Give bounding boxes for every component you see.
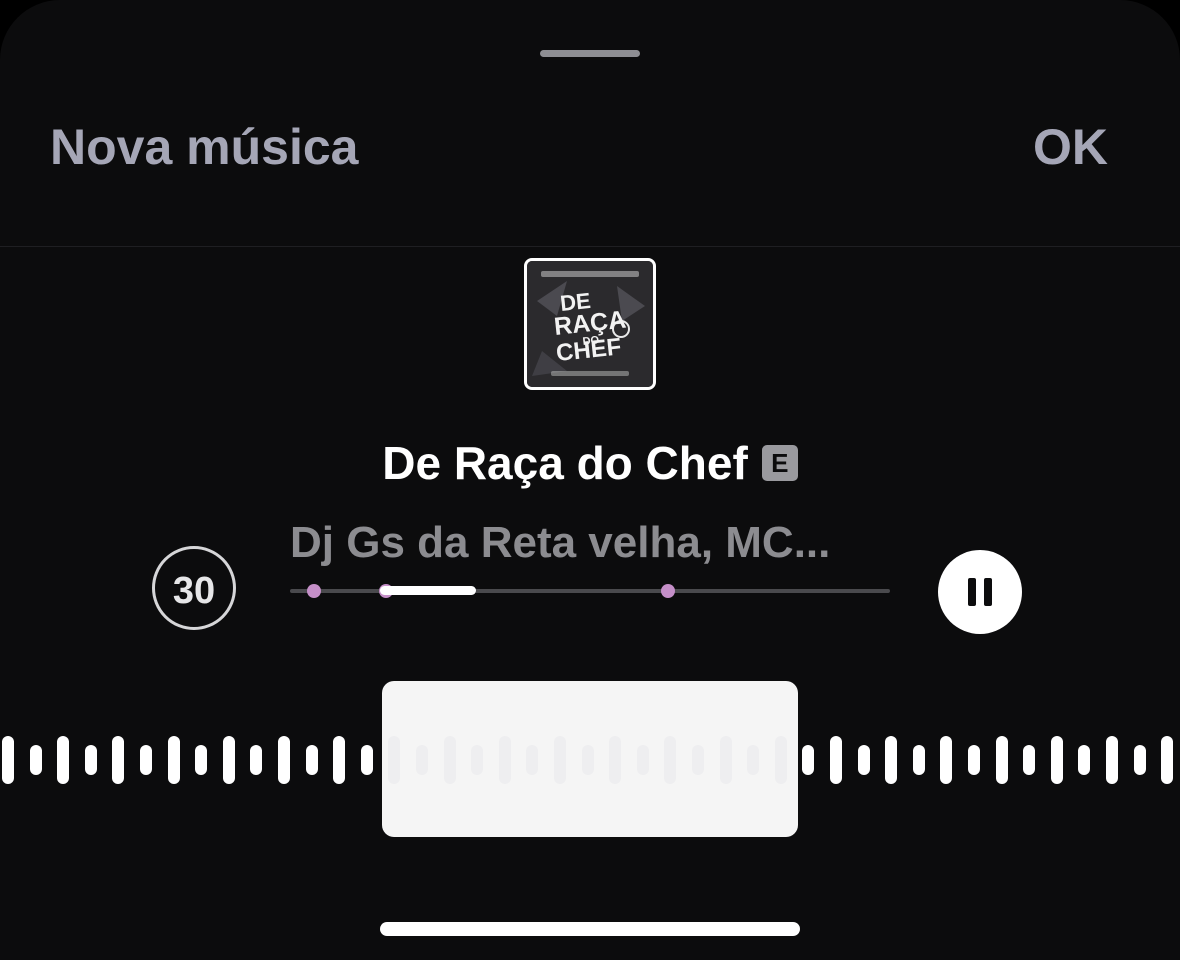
scrubber-progress (380, 586, 476, 595)
waveform-bar (664, 736, 677, 784)
sheet-grabber[interactable] (540, 50, 640, 57)
track-title-row: De Raça do Chef E (0, 436, 1180, 490)
track-artist: Dj Gs da Reta velha, MC... (290, 518, 831, 567)
waveform-bar (222, 736, 235, 784)
waveform-bar (609, 736, 622, 784)
waveform-bar (1050, 736, 1063, 784)
waveform-bar (940, 736, 953, 784)
waveform-bar (305, 745, 318, 775)
waveform-bar (885, 736, 898, 784)
music-picker-sheet: Nova música OK DE RAÇA DO CHEF De Raça d… (0, 0, 1180, 960)
waveform-bar (968, 745, 980, 775)
waveform-bar (692, 745, 704, 775)
waveform-bar (333, 736, 346, 784)
waveform-bar (29, 745, 42, 775)
waveform-bar (498, 736, 511, 784)
waveform-bar (140, 745, 152, 775)
waveform-bar (112, 736, 125, 784)
new-music-button[interactable]: Nova música (50, 118, 358, 176)
waveform-bar (1133, 745, 1146, 775)
ok-button[interactable]: OK (1033, 118, 1108, 176)
waveform-bar (1161, 736, 1174, 784)
pause-button[interactable] (938, 550, 1022, 634)
skip-30-button[interactable]: 30 (152, 546, 236, 630)
waveform-bar (84, 745, 97, 775)
waveform-bar (471, 745, 484, 775)
waveform-bar (1078, 745, 1091, 775)
track-title: De Raça do Chef (382, 437, 748, 489)
waveform-bar (167, 736, 180, 784)
waveform-bar (526, 745, 539, 775)
explicit-badge: E (761, 445, 798, 481)
header-divider (0, 246, 1180, 247)
waveform-bar (388, 736, 401, 784)
waveform-bar (1106, 736, 1118, 784)
waveform-bar (636, 745, 649, 775)
waveform-bar (195, 745, 208, 775)
waveform-bar (719, 736, 732, 784)
album-cover-art: DE RAÇA DO CHEF (527, 261, 653, 387)
waveform-bar (2, 736, 14, 784)
waveform-bar (278, 736, 290, 784)
playback-scrubber[interactable] (290, 584, 890, 598)
waveform-bar (774, 736, 787, 784)
waveform-bar (360, 745, 373, 775)
waveform-bar (747, 745, 760, 775)
waveform-bar (57, 736, 70, 784)
waveform-bar (857, 745, 870, 775)
waveform-bar (581, 745, 594, 775)
waveform-bar (995, 736, 1008, 784)
album-cover[interactable]: DE RAÇA DO CHEF (524, 258, 656, 390)
waveform-bar (554, 736, 566, 784)
clip-selection-window[interactable] (382, 681, 798, 837)
waveform-bar (416, 745, 428, 775)
scrubber-marker (307, 584, 321, 598)
waveform-bar (830, 736, 842, 784)
scrubber-marker (661, 584, 675, 598)
waveform-bar (1023, 745, 1036, 775)
waveform-bar (912, 745, 925, 775)
waveform-bar (802, 745, 815, 775)
home-indicator[interactable] (380, 922, 800, 936)
waveform-bar (250, 745, 263, 775)
waveform-bar (443, 736, 456, 784)
